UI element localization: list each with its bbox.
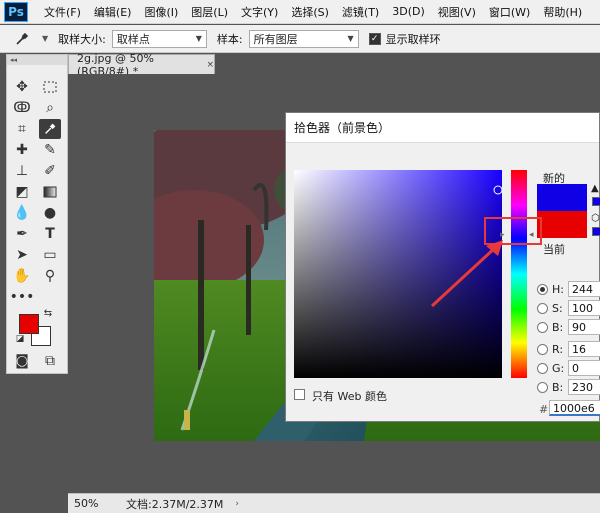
annotation-box bbox=[484, 217, 542, 245]
annotation-arrow-line bbox=[430, 244, 499, 308]
annotation-overlay bbox=[430, 217, 542, 308]
